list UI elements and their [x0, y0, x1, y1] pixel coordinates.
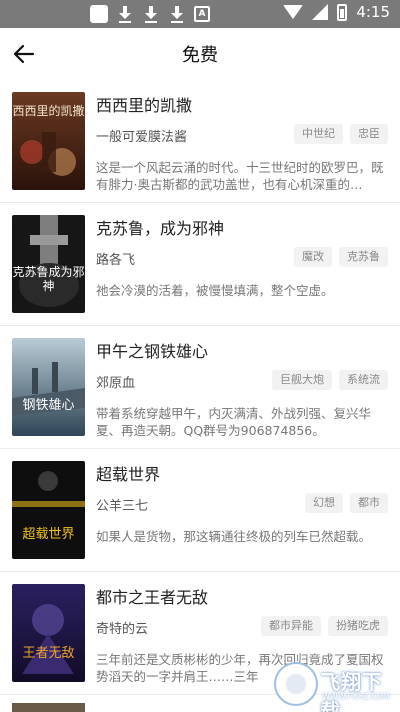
tag-group: 都市异能 扮猪吃虎	[261, 616, 388, 636]
tag[interactable]: 克苏鲁	[339, 247, 388, 267]
cover-title: 王者无敌	[22, 646, 75, 661]
book-title: 克苏鲁，成为邪神	[96, 219, 225, 238]
cover-art	[12, 338, 85, 436]
app-header: 免费	[0, 28, 400, 80]
tag-group: 魔改 克苏鲁	[294, 247, 388, 267]
tag[interactable]: 都市异能	[261, 616, 321, 636]
book-item[interactable]: 钢铁雄心 甲午之钢铁雄心 郊原血 巨舰大炮 系统流 带着系统穿越甲午，内灭满清、…	[0, 326, 400, 449]
book-title: 西西里的凯撒	[96, 96, 193, 115]
book-author: 一般可爱膜法酱	[96, 130, 188, 145]
watermark-logo-icon	[276, 664, 316, 704]
book-author: 郊原血	[96, 376, 136, 391]
book-title: 都市之王者无敌	[96, 588, 209, 607]
a-box-icon: A	[194, 6, 210, 22]
book-cover[interactable]: 钢铁雄心	[12, 338, 85, 436]
book-description: 祂会冷漠的活着，被慢慢填满，整个空虚。	[96, 283, 334, 298]
book-item[interactable]: 克苏鲁成为邪神 克苏鲁，成为邪神 路各飞 魔改 克苏鲁 祂会冷漠的活着，被慢慢填…	[0, 203, 400, 326]
app-square-icon	[90, 5, 108, 23]
tag-group: 幻想 都市	[305, 493, 388, 513]
book-cover[interactable]: 西西里的凯撒	[12, 92, 85, 190]
tag-group: 中世纪 忠臣	[294, 124, 388, 144]
book-list: 西西里的凯撒 西西里的凯撒 一般可爱膜法酱 中世纪 忠臣 这是一个风起云涌的时代…	[0, 80, 400, 695]
status-bar: A 4:15	[0, 0, 400, 28]
tag[interactable]: 中世纪	[294, 124, 343, 144]
book-description: 这是一个风起云涌的时代。十三世纪时的欧罗巴，既有腓力·奥古斯都的武功盖世，也有心…	[96, 160, 384, 192]
cover-title: 超载世界	[22, 527, 75, 542]
watermark: 飞翔下载 WWW.FXXZ.COM	[276, 664, 396, 712]
book-title: 甲午之钢铁雄心	[96, 342, 209, 361]
book-cover[interactable]: 超载世界	[12, 461, 85, 559]
wifi-icon	[283, 5, 304, 19]
book-description: 如果人是货物，那这辆通往终极的列车已然超载。	[96, 529, 372, 544]
book-description: 带着系统穿越甲午，内灭满清、外战列强、复兴华夏、再造天朝。QQ群号为906874…	[96, 406, 372, 438]
book-title: 超载世界	[96, 465, 161, 484]
signal-icon	[312, 4, 329, 20]
tag[interactable]: 巨舰大炮	[272, 370, 332, 390]
book-item[interactable]: 西西里的凯撒 西西里的凯撒 一般可爱膜法酱 中世纪 忠臣 这是一个风起云涌的时代…	[0, 80, 400, 203]
status-time: 4:15	[356, 3, 390, 21]
tag[interactable]: 魔改	[294, 247, 332, 267]
battery-icon	[337, 3, 348, 21]
book-author: 奇特的云	[96, 622, 149, 637]
tag[interactable]: 扮猪吃虎	[328, 616, 388, 636]
cover-title: 克苏鲁成为邪神	[12, 265, 85, 293]
notification-icons: A	[90, 4, 210, 24]
download-icon	[116, 4, 134, 24]
download-icon	[142, 4, 160, 24]
tag[interactable]: 忠臣	[350, 124, 388, 144]
tag[interactable]: 幻想	[305, 493, 343, 513]
cover-title: 钢铁雄心	[22, 398, 75, 413]
page-title: 免费	[182, 45, 218, 66]
book-author: 公羊三七	[96, 499, 149, 514]
download-icon	[168, 4, 186, 24]
book-cover[interactable]: 克苏鲁成为邪神	[12, 215, 85, 313]
tag[interactable]: 都市	[350, 493, 388, 513]
watermark-url: WWW.FXXZ.COM	[322, 692, 390, 701]
cover-title: 西西里的凯撒	[12, 104, 85, 118]
watermark-text: 飞翔下载	[320, 670, 383, 712]
cover-art	[12, 461, 85, 559]
tag[interactable]: 系统流	[339, 370, 388, 390]
book-author: 路各飞	[96, 253, 136, 268]
cover-art	[12, 584, 85, 682]
tag-group: 巨舰大炮 系统流	[272, 370, 388, 390]
cover-art	[12, 215, 85, 313]
book-cover[interactable]: 王者无敌	[12, 584, 85, 682]
book-item[interactable]: 超载世界 超载世界 公羊三七 幻想 都市 如果人是货物，那这辆通往终极的列车已然…	[0, 449, 400, 572]
book-cover[interactable]	[12, 703, 85, 712]
